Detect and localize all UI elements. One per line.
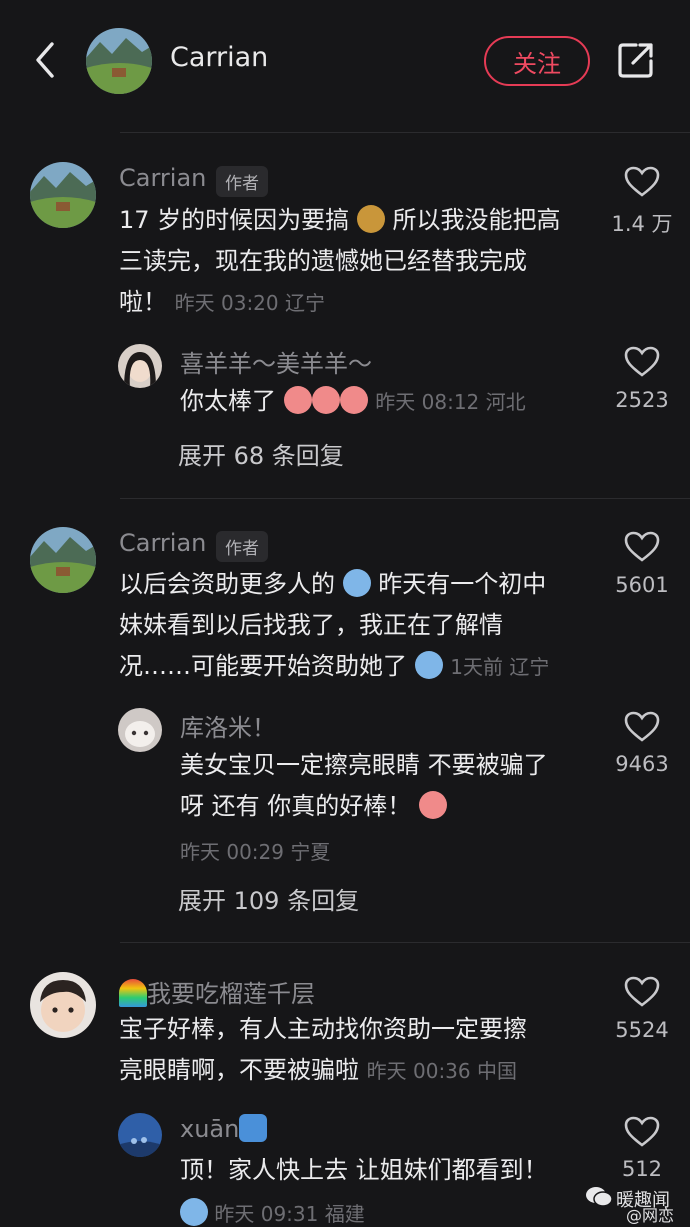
divider [120, 498, 690, 499]
like-count: 5524 [615, 1018, 669, 1042]
crying-emoji [418, 791, 447, 819]
crying-emoji [283, 386, 312, 414]
reply-text-line: 顶！家人快上去 让姐妹们都看到！ [180, 1156, 548, 1184]
crying-emoji [180, 1198, 208, 1226]
reply-author[interactable]: 喜羊羊～美羊羊～ [180, 344, 372, 379]
share-icon[interactable] [616, 40, 656, 80]
expand-replies-button[interactable]: 展开 68 条回复 [178, 436, 344, 471]
reply-avatar[interactable] [118, 344, 162, 388]
header-bar: Carrian 关注 [0, 0, 690, 120]
divider [120, 942, 690, 943]
money-bag-emoji [356, 205, 385, 233]
reply-author[interactable]: xuān [180, 1114, 268, 1143]
reply-avatar[interactable] [118, 1113, 162, 1157]
comment-text-line: 宝子好棒，有人主动找你资助一定要擦 [119, 1015, 527, 1043]
comment-text-line: 以后会资助更多人的 昨天有一个初中 [119, 569, 547, 598]
comment-text-line: 17 岁的时候因为要搞 所以我没能把高 [119, 205, 561, 234]
crying-emoji [414, 651, 443, 679]
reply-avatar[interactable] [118, 708, 162, 752]
like-count: 1.4 万 [611, 212, 673, 236]
reply-meta-row: 昨天 09:31 福建 [180, 1198, 365, 1227]
like-count: 9463 [615, 752, 669, 776]
comment-text-line: 亮眼睛啊，不要被骗啦 昨天 00:36 中国 [119, 1056, 517, 1084]
expand-replies-button[interactable]: 展开 109 条回复 [178, 881, 359, 916]
reply-text-line: 美女宝贝一定擦亮眼睛 不要被骗了 [180, 751, 548, 779]
watermark-handle: @网恋 [626, 1206, 675, 1225]
comment-author[interactable]: Carrian [119, 164, 206, 192]
reply-author[interactable]: 库洛米！ [180, 708, 276, 743]
crying-emoji [311, 386, 340, 414]
follow-button[interactable]: 关注 [484, 36, 590, 86]
wechat-icon [586, 1187, 613, 1207]
reply-text-line: 呀 还有 你真的好棒！ [180, 786, 447, 827]
heart-icon[interactable] [624, 711, 660, 743]
reply-meta: 昨天 09:31 福建 [214, 1202, 365, 1226]
comment-avatar[interactable] [30, 527, 96, 593]
like-count: 512 [621, 1157, 663, 1181]
page-title: Carrian [170, 42, 269, 73]
reply-meta: 昨天 00:29 宁夏 [180, 840, 331, 864]
back-arrow-icon[interactable] [30, 40, 60, 80]
reply-text-line: 你太棒了 昨天 08:12 河北 [180, 386, 526, 415]
comment-text-line: 啦！ 昨天 03:20 辽宁 [119, 288, 325, 316]
wave-emoji [239, 1114, 268, 1142]
rainbow-emoji [119, 979, 147, 1007]
comment-avatar[interactable] [30, 972, 96, 1038]
like-count: 2523 [615, 388, 669, 412]
heart-icon[interactable] [624, 166, 660, 198]
comment-meta: 昨天 03:20 辽宁 [174, 291, 325, 315]
comment-text-line: 三读完，现在我的遗憾她已经替我完成 [119, 247, 527, 275]
crying-emoji [339, 386, 368, 414]
comment-text-line: 况……可能要开始资助她了 1天前 辽宁 [119, 651, 550, 680]
like-count: 5601 [615, 573, 669, 597]
comment-meta: 昨天 00:36 中国 [366, 1059, 517, 1083]
crying-emoji [342, 569, 371, 597]
author-badge: 作者 [216, 166, 268, 197]
heart-icon[interactable] [624, 531, 660, 563]
divider [120, 132, 690, 133]
comment-text-line: 妹妹看到以后找我了，我正在了解情 [119, 611, 503, 639]
author-badge: 作者 [216, 531, 268, 562]
comment-author[interactable]: Carrian [119, 529, 206, 557]
reply-meta: 昨天 08:12 河北 [375, 390, 526, 414]
comment-author[interactable]: 我要吃榴莲千层 [119, 974, 315, 1009]
profile-avatar[interactable] [86, 28, 152, 94]
heart-icon[interactable] [624, 976, 660, 1008]
heart-icon[interactable] [624, 1116, 660, 1148]
comment-avatar[interactable] [30, 162, 96, 228]
comment-meta: 1天前 辽宁 [450, 655, 550, 679]
heart-icon[interactable] [624, 346, 660, 378]
